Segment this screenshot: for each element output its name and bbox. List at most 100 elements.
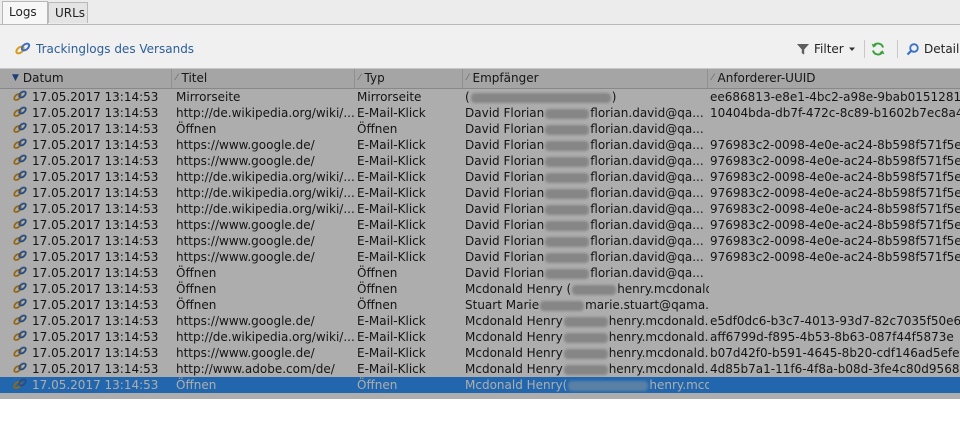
cell-anforderer-uuid: 976983c2-0098-4e0e-ac24-8b598f571f5e [710,138,960,152]
table-row[interactable]: 17.05.2017 13:14:53 http://de.wikipedia.o… [0,105,960,121]
cell-typ: E-Mail-Klick [357,362,426,376]
cell-anforderer-uuid: e5df0dc6-b3c7-4013-93d7-82c7035f50e6 [710,314,960,328]
recipient-name: David Florian [465,266,545,280]
table-row[interactable]: 17.05.2017 13:14:53 Öffnen Öffnen Stuart Ma… [0,297,960,313]
cell-titel: https://www.google.de/ [176,154,315,168]
chain-link-icon [12,89,30,105]
cell-titel: https://www.google.de/ [176,234,315,248]
cell-titel: Öffnen [176,378,217,392]
redacted-text [545,188,590,199]
table-row-selected[interactable]: 17.05.2017 13:14:53 Öffnen Öffnen Mcdonald … [0,377,960,393]
table-row[interactable]: 17.05.2017 13:14:53 Öffnen Öffnen David Flo… [0,121,960,137]
column-header-typ[interactable]: ⁄ Typ [355,69,463,88]
cell-anforderer-uuid [710,281,960,297]
cell-empfaenger: David Florian florian.david@qa... [465,233,709,249]
recipient-name: David Florian [465,138,545,152]
recipient-email: florian.david@qa... [590,138,704,152]
cell-titel: http://de.wikipedia.org/wiki/... [176,330,354,344]
table-row[interactable]: 17.05.2017 13:14:53 https://www.google.de… [0,137,960,153]
redacted-text [563,364,608,375]
cell-anforderer-uuid [710,297,960,313]
redacted-text [540,300,585,311]
cell-titel: https://www.google.de/ [176,346,315,360]
cell-anforderer-uuid: 976983c2-0098-4e0e-ac24-8b598f571f5e [710,170,960,184]
toolbar: Trackinglogs des Versands Filter Detail [0,36,960,62]
filter-label: Filter [814,42,844,56]
cell-datum: 17.05.2017 13:14:53 [32,154,159,168]
cell-empfaenger: () [465,89,709,105]
cell-empfaenger: David Florian florian.david@qa... [465,169,709,185]
table-row[interactable]: 17.05.2017 13:14:53 http://de.wikipedia.o… [0,329,960,345]
cell-empfaenger: Mcdonald Henry henry.mcdonald... [465,345,709,361]
table-body: 17.05.2017 13:14:53 Mirrorseite Mirrorseit… [0,89,960,393]
table-row[interactable]: 17.05.2017 13:14:53 https://www.google.de… [0,345,960,361]
cell-titel: Mirrorseite [176,90,241,104]
recipient-name: Mcdonald Henry [465,330,563,344]
cell-titel: http://de.wikipedia.org/wiki/... [176,170,354,184]
cell-anforderer-uuid: 10404bda-db7f-472c-8c89-b1602b7ec8a4 [710,106,960,120]
column-header-empfaenger[interactable]: ⁄ Empfänger [463,69,708,88]
table-row[interactable]: 17.05.2017 13:14:53 http://de.wikipedia.o… [0,169,960,185]
table-row[interactable]: 17.05.2017 13:14:53 https://www.google.de… [0,313,960,329]
chain-link-icon [12,137,30,153]
cell-titel: https://www.google.de/ [176,138,315,152]
table-row[interactable]: 17.05.2017 13:14:53 https://www.google.de… [0,153,960,169]
cell-empfaenger: David Florian florian.david@qa... [465,217,709,233]
chain-link-icon [12,265,30,281]
recipient-name: David Florian [465,186,545,200]
cell-empfaenger: Stuart Marie marie.stuart@qama... [465,297,709,313]
filter-button[interactable]: Filter [796,40,856,58]
cell-anforderer-uuid: aff6799d-f895-4b53-8b63-087f44f5873e [710,330,954,344]
details-button[interactable]: Details [906,40,960,58]
table-row[interactable]: 17.05.2017 13:14:53 http://de.wikipedia.o… [0,201,960,217]
table-row[interactable]: 17.05.2017 13:14:53 Mirrorseite Mirrorseit… [0,89,960,105]
chain-link-icon [12,361,30,377]
cell-datum: 17.05.2017 13:14:53 [32,138,159,152]
cell-typ: Öffnen [357,378,398,392]
cell-datum: 17.05.2017 13:14:53 [32,170,159,184]
chain-link-icon [12,217,30,233]
cell-datum: 17.05.2017 13:14:53 [32,90,159,104]
cell-anforderer-uuid: 976983c2-0098-4e0e-ac24-8b598f571f5e [710,234,960,248]
recipient-email: florian.david@qa... [590,250,704,264]
recipient-name: David Florian [465,202,545,216]
cell-typ: E-Mail-Klick [357,202,426,216]
redacted-text [568,380,649,391]
cell-anforderer-uuid: 976983c2-0098-4e0e-ac24-8b598f571f5e [710,218,960,232]
logs-table: ▼ Datum ⁄ Titel ⁄ Typ ⁄ Empfänger ⁄ Anfo… [0,68,960,426]
toolbar-divider [864,40,865,58]
refresh-button[interactable] [870,40,886,58]
cell-titel: https://www.google.de/ [176,250,315,264]
column-header-titel[interactable]: ⁄ Titel [172,69,355,88]
tab-logs[interactable]: Logs [2,1,48,24]
table-row[interactable]: 17.05.2017 13:14:53 Öffnen Öffnen David Flo… [0,265,960,281]
cell-titel: http://de.wikipedia.org/wiki/... [176,186,354,200]
cell-typ: Öffnen [357,282,398,296]
recipient-name: David Florian [465,122,545,136]
chain-link-icon [12,153,30,169]
cell-typ: E-Mail-Klick [357,186,426,200]
chain-link-icon [12,201,30,217]
table-row[interactable]: 17.05.2017 13:14:53 https://www.google.de… [0,233,960,249]
table-row[interactable]: 17.05.2017 13:14:53 https://www.google.de… [0,249,960,265]
redacted-text [563,316,608,327]
cell-titel: Öffnen [176,298,217,312]
tracking-logs-button[interactable]: Trackinglogs des Versands [14,40,194,58]
table-row[interactable]: 17.05.2017 13:14:53 http://www.adobe.com/… [0,361,960,377]
recipient-name: Mcdonald Henry( [465,378,568,392]
cell-typ: E-Mail-Klick [357,218,426,232]
redacted-text [545,268,590,279]
recipient-email: florian.david@qa... [590,218,704,232]
column-header-anforderer-uuid[interactable]: ⁄ Anforderer-UUID [708,69,960,88]
table-row[interactable]: 17.05.2017 13:14:53 http://de.wikipedia.o… [0,185,960,201]
table-row[interactable]: 17.05.2017 13:14:53 https://www.google.de… [0,217,960,233]
cell-datum: 17.05.2017 13:14:53 [32,234,159,248]
recipient-email: henry.mcdonald... [608,346,709,360]
cell-titel: http://de.wikipedia.org/wiki/... [176,202,354,216]
redacted-text [572,284,617,295]
table-header: ▼ Datum ⁄ Titel ⁄ Typ ⁄ Empfänger ⁄ Anfo… [0,69,960,89]
recipient-name: ( [465,90,470,104]
tab-urls[interactable]: URLs [48,2,88,23]
table-row[interactable]: 17.05.2017 13:14:53 Öffnen Öffnen Mcdonald … [0,281,960,297]
column-header-datum[interactable]: ▼ Datum [0,69,172,88]
